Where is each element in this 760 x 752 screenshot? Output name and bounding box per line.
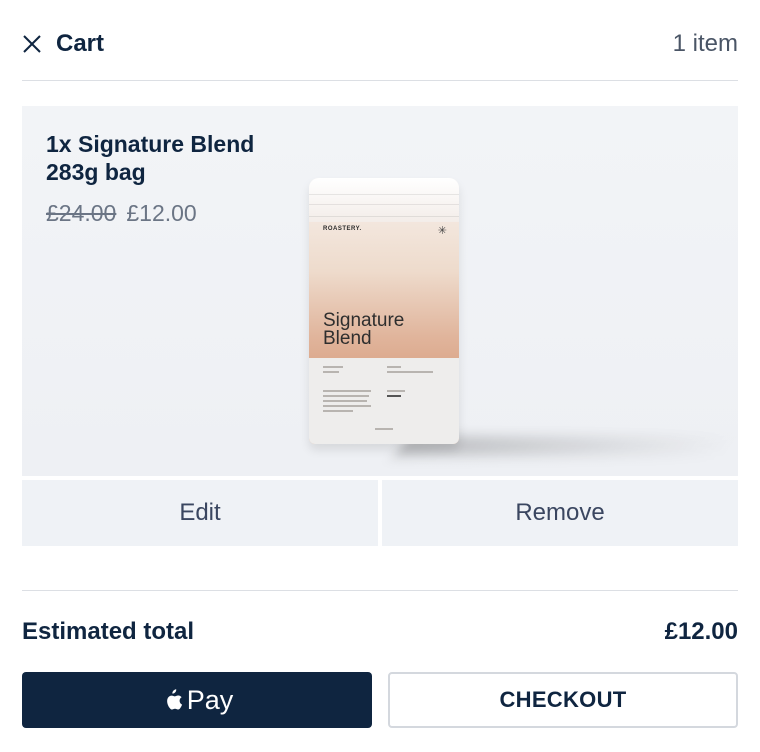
summary-divider xyxy=(22,590,738,591)
item-actions: Edit Remove xyxy=(22,480,738,546)
asterisk-icon: ✳ xyxy=(437,225,447,237)
item-count: 1 item xyxy=(672,30,738,57)
bag-label-line xyxy=(387,390,405,392)
bag-label-line xyxy=(387,366,401,368)
cart-header: Cart 1 item xyxy=(22,24,738,64)
bag-label-line xyxy=(323,405,371,407)
price-row: £24.00 £12.00 xyxy=(46,200,197,227)
bag-label-area xyxy=(309,358,459,444)
header-left: Cart xyxy=(22,30,104,58)
product-name[interactable]: 1x Signature Blend 283g bag xyxy=(46,130,306,186)
header-divider xyxy=(22,80,738,81)
bag-label-line xyxy=(323,395,369,397)
payment-buttons: Pay CHECKOUT xyxy=(22,672,738,728)
checkout-button[interactable]: CHECKOUT xyxy=(388,672,738,728)
apple-icon xyxy=(166,689,182,710)
total-label: Estimated total xyxy=(22,618,195,645)
bag-label-line xyxy=(323,390,371,392)
apple-pay-label: Pay xyxy=(186,684,234,715)
product-image: ROASTERY. ✳ Signature Blend xyxy=(309,178,459,444)
bag-label-line xyxy=(323,371,339,373)
price-original: £24.00 xyxy=(46,200,117,226)
bag-label-line xyxy=(323,366,343,368)
bag-seal-line xyxy=(309,194,459,195)
bag-label-line xyxy=(387,395,401,397)
bag-brand: ROASTERY. xyxy=(323,226,362,232)
bag-label-line xyxy=(323,410,353,412)
remove-button[interactable]: Remove xyxy=(382,480,738,546)
price-sale: £12.00 xyxy=(126,200,197,226)
bag-label-line xyxy=(323,400,367,402)
total-value: £12.00 xyxy=(664,618,738,645)
cart-item-card: 1x Signature Blend 283g bag £24.00 £12.0… xyxy=(22,106,738,476)
bag-seal-line xyxy=(309,204,459,205)
estimated-total-row: Estimated total £12.00 xyxy=(22,614,738,650)
apple-pay-button[interactable]: Pay xyxy=(22,672,372,728)
bag-label-line xyxy=(387,371,433,373)
close-icon xyxy=(23,35,41,53)
bag-title: Signature Blend xyxy=(323,310,405,349)
cart-title: Cart xyxy=(56,30,105,57)
edit-button[interactable]: Edit xyxy=(22,480,378,546)
bag-seal-line xyxy=(309,216,459,217)
bag-label-line xyxy=(375,428,393,430)
close-button[interactable] xyxy=(22,34,42,54)
